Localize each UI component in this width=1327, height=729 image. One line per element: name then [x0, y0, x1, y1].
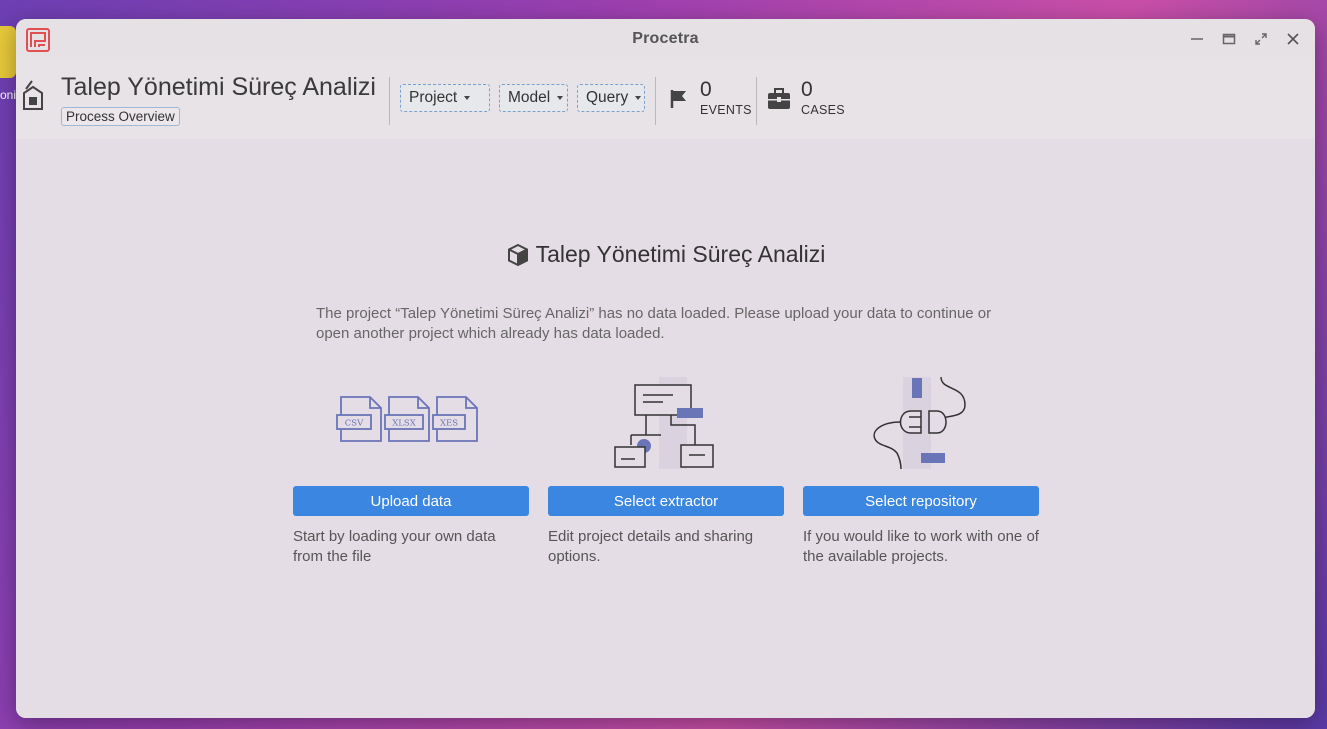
process-overview-tab[interactable]: Process Overview — [61, 107, 180, 126]
select-repository-card: Select repository If you would like to w… — [803, 371, 1039, 567]
cube-icon — [507, 243, 528, 266]
model-menu-label: Model — [508, 89, 551, 106]
project-icon — [23, 80, 43, 110]
project-name-heading: Talep Yönetimi Süreç Analizi — [535, 241, 826, 267]
model-menu-button[interactable]: Model — [499, 84, 568, 112]
close-button[interactable] — [1283, 29, 1303, 49]
query-menu-label: Query — [586, 89, 629, 106]
cases-count: 0 — [801, 78, 813, 101]
xlsx-file-icon: XLSX — [384, 396, 430, 442]
flag-icon — [670, 90, 686, 108]
restore-button[interactable] — [1219, 29, 1239, 49]
upload-illustration: CSV XLSX XES — [293, 371, 529, 471]
briefcase-icon — [768, 88, 790, 109]
toolbar-divider — [756, 77, 757, 125]
chevron-down-icon — [635, 96, 642, 100]
select-repository-button[interactable]: Select repository — [803, 486, 1039, 516]
procetra-logo-icon — [26, 28, 50, 52]
main-content: Talep Yönetimi Süreç Analizi The project… — [16, 139, 1315, 718]
project-toolbar: Talep Yönetimi Süreç Analizi Process Ove… — [16, 59, 1315, 140]
fullscreen-button[interactable] — [1251, 29, 1271, 49]
select-extractor-description: Edit project details and sharing options… — [548, 528, 754, 565]
minimize-button[interactable] — [1187, 29, 1207, 49]
upload-data-card: CSV XLSX XES Upload data Start by loadin… — [293, 371, 529, 567]
cases-stat: 0 CASES — [801, 78, 845, 118]
extractor-illustration — [548, 371, 784, 471]
expand-icon — [1255, 33, 1267, 45]
events-label: EVENTS — [700, 103, 752, 117]
upload-data-description: Start by loading your own data from the … — [293, 528, 496, 565]
minimize-icon — [1191, 38, 1203, 40]
events-stat: 0 EVENTS — [700, 78, 752, 118]
chevron-down-icon — [557, 96, 564, 100]
no-data-message: The project “Talep Yönetimi Süreç Analiz… — [316, 305, 992, 342]
csv-label: CSV — [345, 419, 364, 429]
repository-illustration — [803, 371, 1039, 471]
chevron-down-icon — [464, 96, 471, 100]
csv-file-icon: CSV — [336, 396, 382, 442]
select-repository-description: If you would like to work with one of th… — [803, 528, 1039, 565]
project-menu-button[interactable]: Project — [400, 84, 490, 112]
xlsx-label: XLSX — [392, 419, 417, 429]
content-heading: Talep Yönetimi Süreç Analizi — [16, 241, 1315, 268]
upload-data-button[interactable]: Upload data — [293, 486, 529, 516]
project-title: Talep Yönetimi Süreç Analizi — [61, 73, 376, 101]
toolbar-divider — [389, 77, 390, 125]
toolbar-divider — [655, 77, 656, 125]
restore-icon — [1222, 33, 1236, 45]
title-bar: Procetra — [16, 19, 1315, 59]
cases-label: CASES — [801, 103, 845, 117]
query-menu-button[interactable]: Query — [577, 84, 645, 112]
events-count: 0 — [700, 78, 712, 101]
select-extractor-button[interactable]: Select extractor — [548, 486, 784, 516]
app-window: Procetra Talep Yönetimi Süreç Analizi Pr… — [16, 19, 1315, 718]
xes-label: XES — [440, 419, 458, 429]
desktop-app-icon[interactable] — [0, 26, 16, 78]
window-title: Procetra — [632, 30, 699, 47]
desktop-icon-label: oni — [0, 88, 17, 102]
select-extractor-card: Select extractor Edit project details an… — [548, 371, 784, 567]
xes-file-icon: XES — [432, 396, 478, 442]
project-menu-label: Project — [409, 89, 458, 106]
close-icon — [1287, 33, 1299, 45]
